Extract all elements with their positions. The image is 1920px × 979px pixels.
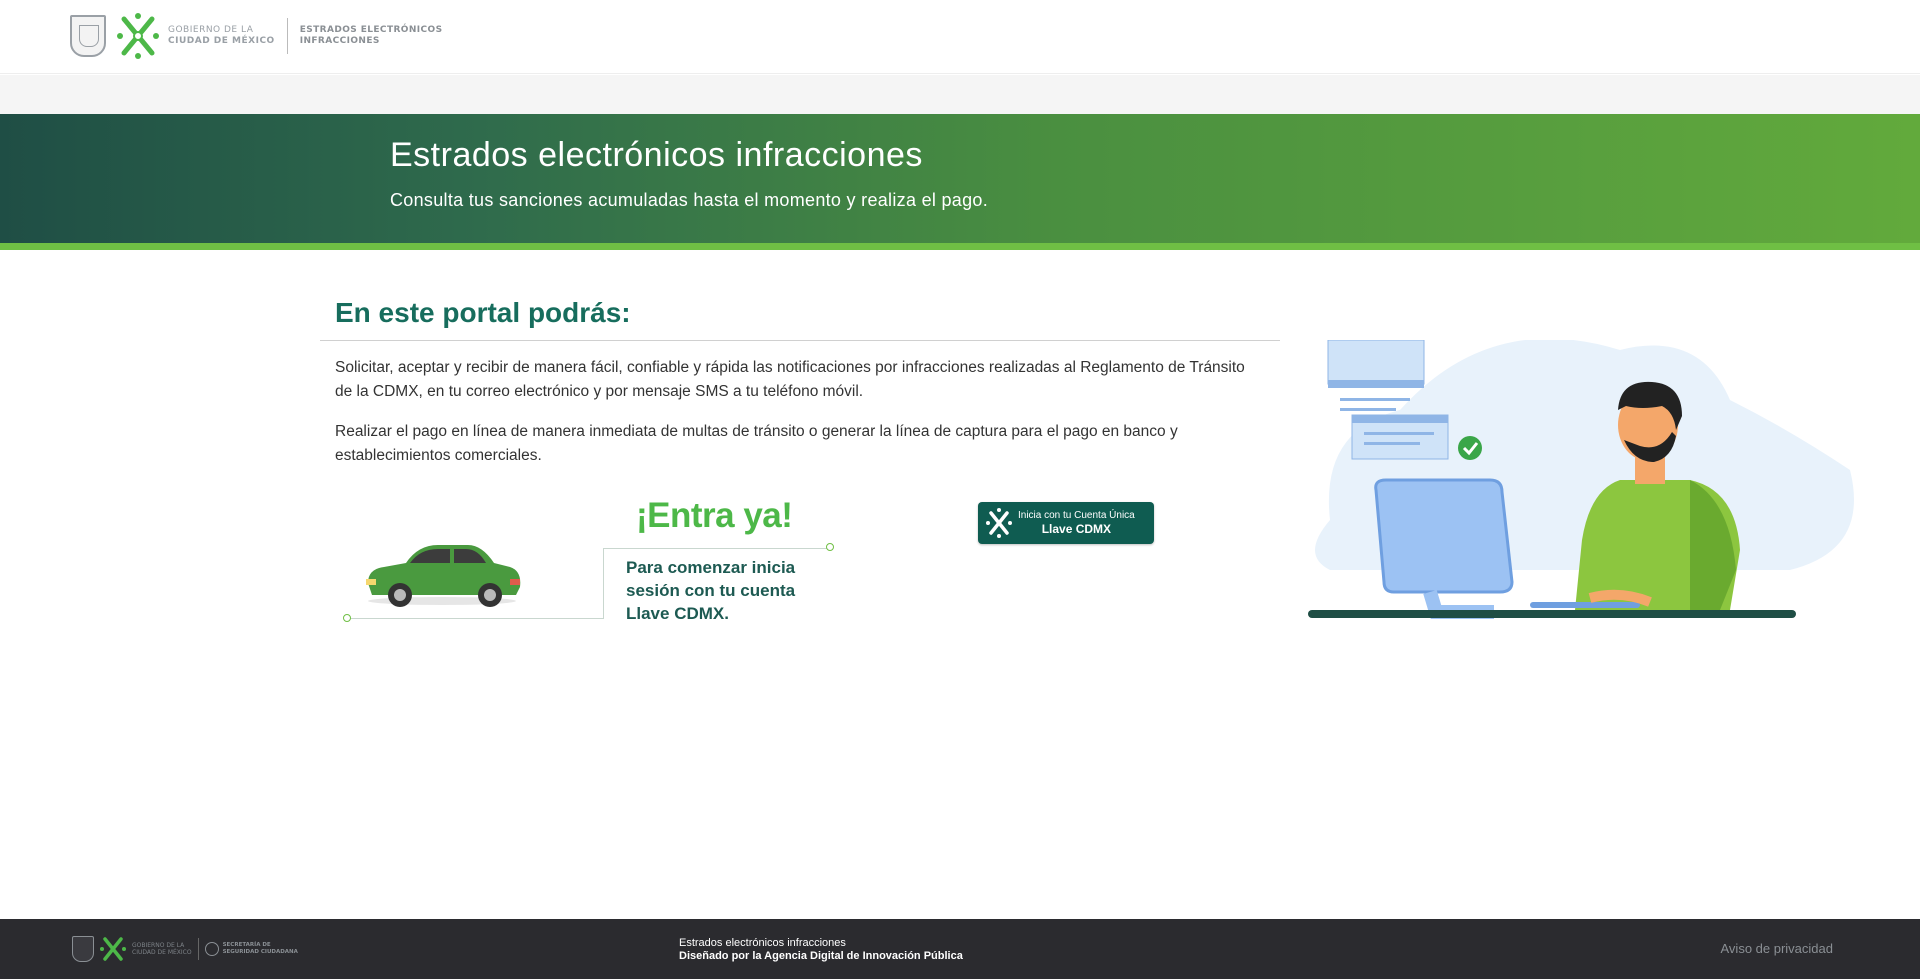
footer-logo-group: GOBIERNO DE LA CIUDAD DE MÉXICO SECRETAR… (72, 935, 298, 963)
coat-of-arms-icon (70, 15, 106, 57)
site-name: ESTRADOS ELECTRÓNICOS INFRACCIONES (299, 25, 443, 46)
cdmx-logo-icon (100, 937, 126, 961)
car-icon (366, 545, 521, 607)
footer-gov-name: GOBIERNO DE LA CIUDAD DE MÉXICO (132, 942, 192, 956)
llave-cdmx-icon (986, 508, 1012, 538)
header-logo-group[interactable]: GOBIERNO DE LA CIUDAD DE MÉXICO ESTRADOS… (70, 12, 442, 60)
promo-connector-line (603, 548, 604, 619)
coat-of-arms-icon (72, 936, 94, 962)
cdmx-logo-icon (117, 13, 159, 59)
llave-button-label: Inicia con tu Cuenta Única Llave CDMX (1018, 509, 1135, 536)
llave-cdmx-login-button[interactable]: Inicia con tu Cuenta Única Llave CDMX (978, 502, 1154, 544)
footer-credits: Estrados electrónicos infracciones Diseñ… (679, 937, 963, 962)
hero-banner: Estrados electrónicos infracciones Consu… (0, 114, 1920, 243)
gov-name: GOBIERNO DE LA CIUDAD DE MÉXICO (168, 25, 275, 46)
footer-ssc-name: SECRETARÍA DE SEGURIDAD CIUDADANA (222, 942, 298, 955)
promo-connector-line (603, 548, 830, 549)
sub-navbar (0, 75, 1920, 114)
site-footer: GOBIERNO DE LA CIUDAD DE MÉXICO SECRETAR… (0, 919, 1920, 979)
page-subtitle: Consulta tus sanciones acumuladas hasta … (390, 190, 989, 210)
promo-connector-line (347, 618, 604, 619)
promo-dot (343, 614, 351, 622)
privacy-notice-link[interactable]: Aviso de privacidad (1721, 941, 1834, 956)
section-divider (320, 340, 1280, 341)
promo-headline: ¡Entra ya! (636, 496, 793, 535)
section-title: En este portal podrás: (335, 297, 631, 328)
promo-dot (826, 543, 834, 551)
promo-text: Para comenzar inicia sesión con tu cuent… (626, 558, 796, 623)
hero-accent-line (0, 243, 1920, 250)
feature-notifications-text: Solicitar, aceptar y recibir de manera f… (335, 359, 1245, 400)
ssc-seal-icon (204, 942, 219, 956)
header-divider (286, 18, 288, 54)
feature-payment-text: Realizar el pago en línea de manera inme… (335, 423, 1178, 464)
site-header: GOBIERNO DE LA CIUDAD DE MÉXICO ESTRADOS… (0, 0, 1920, 74)
footer-divider (197, 938, 199, 960)
page-title: Estrados electrónicos infracciones (390, 136, 923, 174)
person-at-computer-illustration (1308, 340, 1854, 619)
